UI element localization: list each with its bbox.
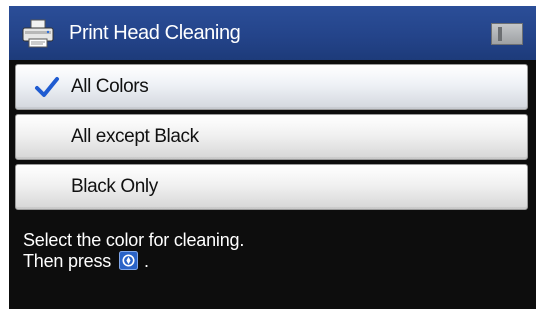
option-label: All Colors <box>71 76 149 97</box>
memory-card-icon <box>491 23 523 45</box>
option-black-only[interactable]: Black Only <box>15 164 528 210</box>
instruction-message: Select the color for cleaning. Then pres… <box>9 212 536 309</box>
printer-lcd-screen: Print Head Cleaning All Colors All excep… <box>9 6 536 309</box>
ok-button-icon <box>119 251 139 270</box>
checkmark-icon <box>35 77 59 97</box>
instruction-line-1: Select the color for cleaning. <box>23 230 245 250</box>
memory-card-slot <box>498 27 502 41</box>
instruction-prefix: Then press <box>23 251 112 271</box>
option-all-colors[interactable]: All Colors <box>15 64 528 110</box>
option-all-except-black[interactable]: All except Black <box>15 114 528 160</box>
title-bar: Print Head Cleaning <box>9 6 536 60</box>
cleaning-options-list: All Colors All except Black Black Only <box>9 60 536 210</box>
printer-icon <box>22 19 54 48</box>
option-label: Black Only <box>71 176 158 197</box>
page-title: Print Head Cleaning <box>69 22 241 44</box>
instruction-line-2: Then press . <box>23 250 149 272</box>
option-label: All except Black <box>71 126 199 147</box>
instruction-suffix: . <box>144 251 149 271</box>
